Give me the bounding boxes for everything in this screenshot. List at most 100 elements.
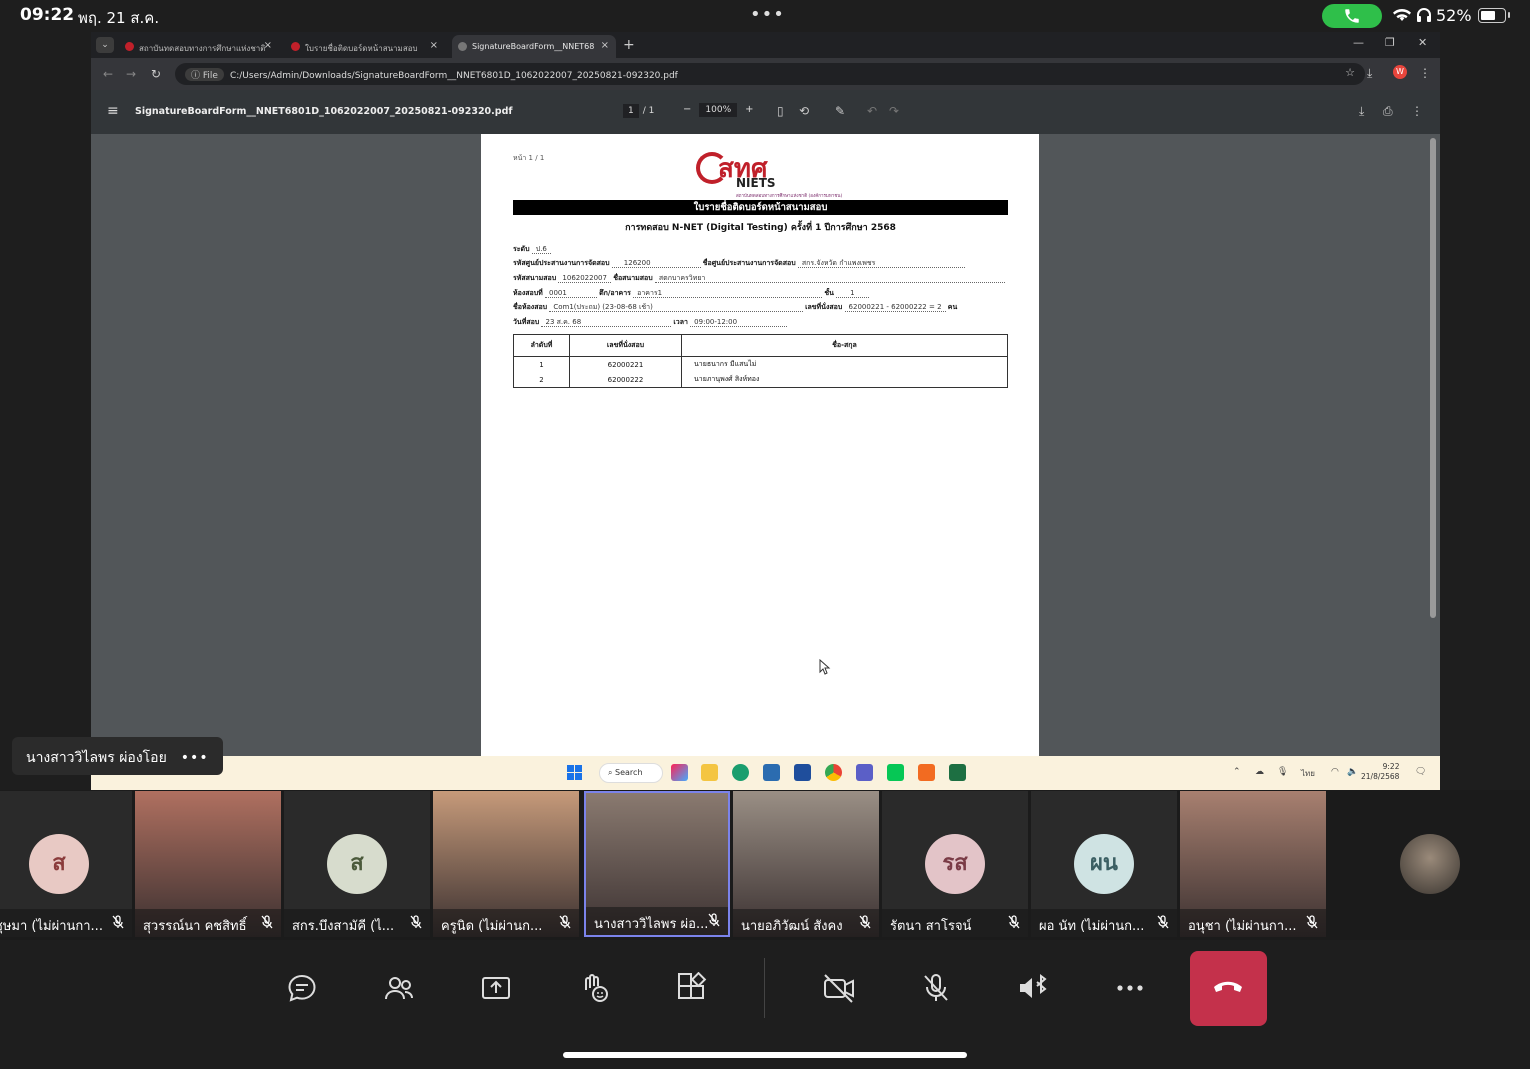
multitask-dots[interactable]: ••• [750, 4, 785, 25]
react-button[interactable] [564, 960, 624, 1016]
participant-tile[interactable]: สุวรรณ์นา คชสิทธิ์ [135, 791, 281, 937]
downloads-icon[interactable]: ⤓ [1367, 66, 1372, 81]
minimize-icon[interactable]: — [1353, 36, 1364, 49]
browser-tab-3[interactable]: SignatureBoardForm__NNET68 × [452, 35, 616, 58]
page-number-input[interactable]: 1 [623, 104, 639, 118]
tab-search-icon[interactable]: ⌄ [96, 37, 114, 53]
participant-tile[interactable]: สสกร.บึงสามัคี (ไ... [284, 791, 430, 937]
browser-menu-icon[interactable]: ⋮ [1419, 66, 1431, 80]
participant-tile[interactable]: นายอภิวัฒน์ สังคง [733, 791, 879, 937]
new-tab-icon[interactable]: + [623, 37, 635, 53]
presenter-label[interactable]: นางสาววิไลพร ผ่องโอย ••• [12, 737, 223, 775]
notification-icon[interactable]: 🗨 [1415, 767, 1426, 777]
chrome-icon[interactable] [825, 764, 842, 781]
app-orange-icon[interactable] [918, 764, 935, 781]
close-icon[interactable]: × [430, 40, 438, 51]
draw-icon[interactable]: ✎ [835, 104, 845, 118]
participant-avatar: ผน [1074, 834, 1134, 894]
scrollbar[interactable] [1430, 138, 1436, 618]
participant-name: นายอภิวัฒน์ สังคง [733, 909, 879, 937]
edge-icon[interactable] [732, 764, 749, 781]
status-date: พฤ. 21 ส.ค. [78, 9, 160, 27]
apps-button[interactable] [661, 960, 721, 1016]
participant-tile[interactable]: นางสาววิไลพร ผ่อ... [584, 791, 730, 937]
fit-page-icon[interactable]: ▯ [777, 104, 784, 118]
active-call-pill[interactable] [1322, 4, 1382, 28]
mic-off-icon [1008, 915, 1020, 929]
more-actions-button[interactable] [1100, 960, 1160, 1016]
phone-icon [1345, 9, 1359, 23]
network-icon[interactable]: ◠ [1331, 767, 1339, 777]
close-icon[interactable]: × [264, 40, 272, 51]
hamburger-menu-icon[interactable]: ≡ [107, 103, 119, 119]
mic-muted-icon[interactable]: 🎙 [1277, 767, 1288, 777]
participant-tile[interactable]: อนุชา (ไม่ผ่านกา... [1180, 791, 1326, 937]
chat-icon [288, 974, 316, 1002]
windows-start-icon[interactable] [567, 765, 582, 780]
hang-up-button[interactable] [1190, 951, 1267, 1026]
participant-tile[interactable]: ผนผอ นัท (ไม่ผ่านก... [1031, 791, 1177, 937]
home-indicator[interactable] [563, 1052, 967, 1058]
chat-button[interactable] [272, 960, 332, 1016]
people-button[interactable] [369, 960, 429, 1016]
more-options-icon[interactable]: ⋮ [1411, 104, 1423, 118]
share-button[interactable] [466, 960, 526, 1016]
participant-name: รัตนา สาโรจน์ [882, 909, 1028, 937]
site-info-chip[interactable]: ⓘ File [185, 68, 224, 81]
file-explorer-icon[interactable] [701, 764, 718, 781]
teams-icon[interactable] [856, 764, 873, 781]
window-close-icon[interactable]: ✕ [1418, 36, 1427, 49]
participant-tile[interactable]: ครูนิด (ไม่ผ่านก... [433, 791, 579, 937]
close-icon[interactable]: × [601, 40, 609, 51]
back-icon[interactable]: ← [103, 67, 113, 81]
pdf-canvas[interactable]: หน้า 1 / 1 สทศ NIETS สถาบันทดสอบทางการศึ… [91, 134, 1440, 756]
forward-icon[interactable]: → [126, 67, 136, 81]
line-icon[interactable] [887, 764, 904, 781]
chevron-up-icon[interactable]: ⌃ [1233, 767, 1241, 777]
table-row: 2 62000222 นายภานุพงศ์ สิงห์ทอง [513, 372, 1008, 388]
more-icon[interactable]: ••• [181, 750, 209, 766]
undo-icon[interactable]: ↶ [867, 104, 877, 118]
taskbar-clock[interactable]: 9:22 21/8/2568 [1361, 762, 1399, 782]
call-control-bar [0, 940, 1530, 1069]
camera-toggle-button[interactable] [808, 960, 868, 1016]
profile-avatar[interactable]: W [1393, 65, 1407, 79]
wifi-icon [1393, 9, 1411, 21]
browser-tab-1[interactable]: สถาบันทดสอบทางการศึกษาแห่งชาติ × [119, 35, 279, 58]
download-icon[interactable]: ⤓ [1359, 104, 1364, 119]
participant-name: ผอ นัท (ไม่ผ่านก... [1031, 909, 1177, 937]
page-indicator: 1/ 1 [623, 104, 654, 118]
app-icon[interactable] [794, 764, 811, 781]
zoom-in-icon[interactable]: + [745, 104, 753, 115]
volume-icon[interactable]: 🔈 [1347, 767, 1358, 777]
participant-tile[interactable] [1336, 791, 1530, 937]
bookmark-star-icon[interactable]: ☆ [1345, 66, 1355, 79]
language-indicator[interactable]: ไทย [1301, 767, 1315, 780]
participant-tile[interactable]: รส รัตนา สาโรจน์ [882, 791, 1028, 937]
participant-name: สกร.บึงสามัคี (ไ... [284, 909, 430, 937]
zoom-out-icon[interactable]: − [683, 104, 691, 115]
excel-icon[interactable] [949, 764, 966, 781]
print-icon[interactable]: ⎙ [1383, 104, 1393, 119]
field-exam-site: รหัสสนามสอบ 1062022007 ชื่อสนามสอบ สตกบา… [513, 273, 1008, 284]
rotate-icon[interactable]: ⟲ [799, 104, 809, 118]
browser-tab-2[interactable]: ใบรายชื่อติดบอร์ดหน้าสนามสอบ × [285, 35, 445, 58]
participant-tile[interactable]: สชุษมา (ไม่ผ่านกา... [0, 791, 132, 937]
participant-avatar: ส [29, 834, 89, 894]
participant-name: นางสาววิไลพร ผ่อ... [586, 907, 728, 935]
taskbar-search[interactable]: ⌕ Search [599, 763, 663, 783]
mic-toggle-button[interactable] [906, 960, 966, 1016]
camera-off-icon [824, 974, 854, 1003]
restore-icon[interactable]: ❐ [1385, 36, 1395, 49]
shared-screen: ⌄ สถาบันทดสอบทางการศึกษาแห่งชาติ × ใบราย… [91, 32, 1440, 790]
zoom-input[interactable]: 100% [699, 103, 738, 117]
browser-toolbar: ← → ↻ ⓘ File C:/Users/Admin/Downloads/Sig… [91, 58, 1440, 90]
globe-icon [458, 42, 467, 51]
onedrive-icon[interactable]: ☁ [1255, 767, 1264, 777]
copilot-icon[interactable] [671, 764, 688, 781]
store-icon[interactable] [763, 764, 780, 781]
audio-device-button[interactable] [1003, 960, 1063, 1016]
address-bar[interactable]: ⓘ File C:/Users/Admin/Downloads/Signature… [175, 63, 1365, 85]
reload-icon[interactable]: ↻ [151, 67, 161, 81]
redo-icon[interactable]: ↷ [889, 104, 899, 118]
